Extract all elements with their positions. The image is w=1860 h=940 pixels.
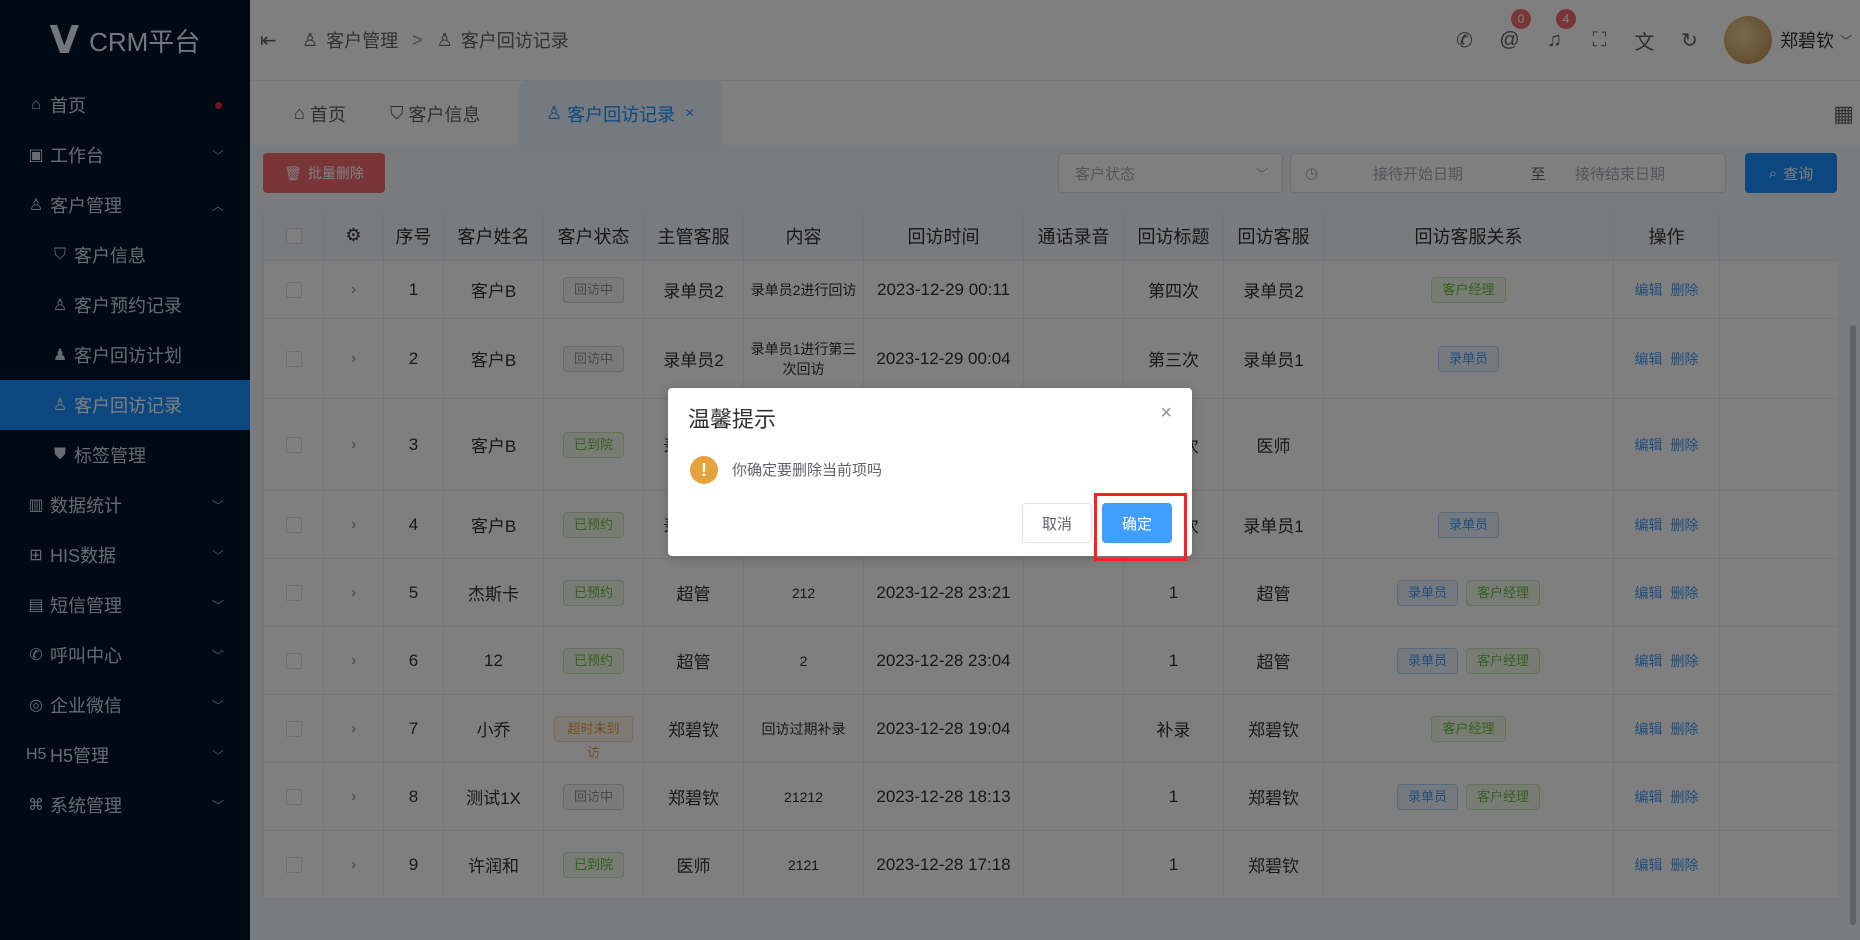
dialog-title: 温馨提示: [688, 407, 777, 432]
close-icon[interactable]: ×: [1160, 402, 1172, 425]
highlight-box: [1094, 493, 1187, 561]
cancel-button[interactable]: 取消: [1022, 503, 1092, 543]
dialog-message: 你确定要删除当前项吗: [732, 462, 883, 479]
warning-icon: !: [690, 456, 718, 484]
